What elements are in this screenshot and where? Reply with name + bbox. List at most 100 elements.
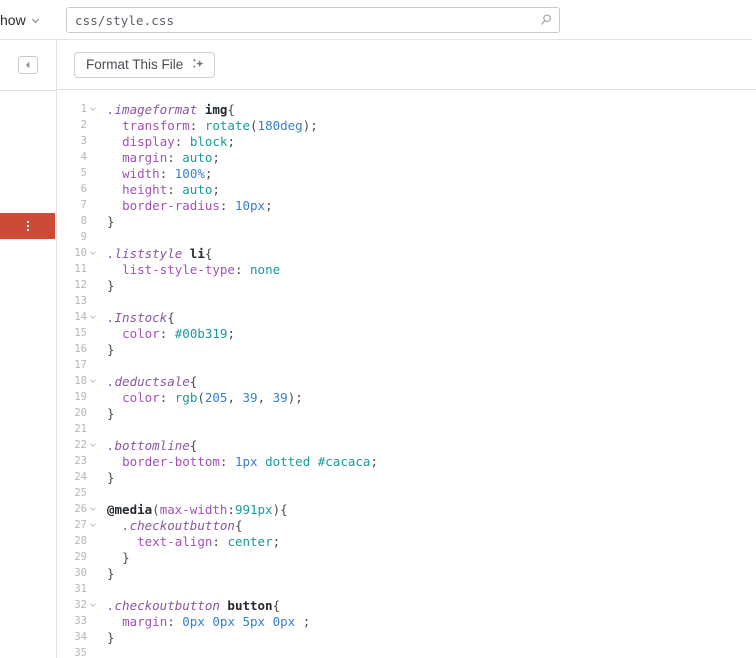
token-brace: } (107, 470, 115, 485)
code-text: .imageformat img{ (99, 102, 235, 117)
line-gutter: 6 (57, 183, 99, 195)
token-punc (107, 518, 122, 533)
fold-chevron-icon[interactable] (89, 521, 97, 529)
code-text: border-radius: 10px; (99, 198, 273, 213)
line-number: 14 (73, 311, 87, 323)
code-line: 20} (57, 405, 756, 421)
token-punc (197, 102, 205, 117)
line-number: 10 (73, 247, 87, 259)
token-punc: : (167, 614, 182, 629)
code-text: } (99, 470, 115, 485)
code-line: 11 list-style-type: none (57, 261, 756, 277)
token-num: 1px (235, 454, 258, 469)
token-brace: } (122, 550, 130, 565)
fold-chevron-icon[interactable] (89, 505, 97, 513)
line-number: 6 (73, 183, 87, 195)
line-number: 22 (73, 439, 87, 451)
token-punc: ( (197, 390, 205, 405)
line-gutter: 24 (57, 471, 99, 483)
token-sel: .imageformat (107, 102, 197, 117)
line-number: 19 (73, 391, 87, 403)
token-brace: { (235, 518, 243, 533)
collapse-panel-icon[interactable] (18, 56, 38, 74)
fold-chevron-icon[interactable] (89, 313, 97, 321)
line-gutter: 1 (57, 103, 99, 115)
token-brace: { (227, 102, 235, 117)
code-text: color: #00b319; (99, 326, 235, 341)
token-punc: ) (273, 502, 281, 517)
format-this-file-button[interactable]: Format This File (74, 52, 215, 78)
token-punc: ; (212, 150, 220, 165)
fold-chevron-icon[interactable] (89, 249, 97, 257)
line-gutter: 16 (57, 343, 99, 355)
token-num: 0px (273, 614, 296, 629)
search-icon[interactable] (535, 9, 557, 31)
line-gutter: 33 (57, 615, 99, 627)
code-editor[interactable]: 1.imageformat img{2 transform: rotate(18… (57, 90, 756, 658)
line-number: 17 (73, 359, 87, 371)
file-path-input[interactable] (67, 13, 535, 28)
token-sel: .deductsale (107, 374, 190, 389)
show-dropdown[interactable]: how (0, 12, 46, 28)
line-number: 33 (73, 615, 87, 627)
token-val: center (227, 534, 272, 549)
token-prop: display (122, 134, 175, 149)
token-punc (235, 614, 243, 629)
line-gutter: 28 (57, 535, 99, 547)
line-number: 7 (73, 199, 87, 211)
token-punc (107, 390, 122, 405)
token-prop: margin (122, 614, 167, 629)
fold-chevron-icon[interactable] (89, 441, 97, 449)
code-line: 13 (57, 293, 756, 309)
file-tree-marker[interactable] (0, 213, 55, 239)
token-at: @media (107, 502, 152, 517)
code-text: color: rgb(205, 39, 39); (99, 390, 303, 405)
line-number: 5 (73, 167, 87, 179)
token-brace: { (167, 310, 175, 325)
fold-chevron-icon[interactable] (89, 105, 97, 113)
line-number: 12 (73, 279, 87, 291)
line-gutter: 5 (57, 167, 99, 179)
line-number: 15 (73, 327, 87, 339)
token-punc: , (227, 390, 242, 405)
token-val: #cacaca (318, 454, 371, 469)
chevron-down-icon (31, 16, 40, 25)
fold-chevron-icon[interactable] (89, 601, 97, 609)
line-gutter: 19 (57, 391, 99, 403)
token-num: 10px (235, 198, 265, 213)
line-gutter: 12 (57, 279, 99, 291)
code-line: 34} (57, 629, 756, 645)
code-text: .bottomline{ (99, 438, 197, 453)
line-gutter: 10 (57, 247, 99, 259)
line-number: 18 (73, 375, 87, 387)
code-text: @media(max-width:991px){ (99, 502, 288, 517)
token-tag: img (205, 102, 228, 117)
token-punc: ; (273, 534, 281, 549)
code-line: 3 display: block; (57, 133, 756, 149)
file-path-field[interactable] (66, 7, 560, 33)
token-sel: .checkoutbutton (122, 518, 235, 533)
token-brace: } (107, 630, 115, 645)
code-line: 1.imageformat img{ (57, 101, 756, 117)
token-num: 0px (212, 614, 235, 629)
code-text: .deductsale{ (99, 374, 197, 389)
code-line: 22 .bottomline{ (57, 437, 756, 453)
token-punc: : (190, 118, 205, 133)
token-val: auto (182, 150, 212, 165)
token-punc: : (220, 454, 235, 469)
line-gutter: 31 (57, 583, 99, 595)
code-line: 5 width: 100%; (57, 165, 756, 181)
code-lines: 1.imageformat img{2 transform: rotate(18… (57, 90, 756, 658)
token-punc: : (167, 182, 182, 197)
token-tag: button (227, 598, 272, 613)
sparkle-ai-icon (190, 57, 205, 72)
token-sel: .liststyle (107, 246, 182, 261)
fold-chevron-icon[interactable] (89, 377, 97, 385)
token-punc (107, 150, 122, 165)
code-line: 9 (57, 229, 756, 245)
line-gutter: 2 (57, 119, 99, 131)
token-sel: .Instock (107, 310, 167, 325)
token-punc: : (160, 390, 175, 405)
line-number: 30 (73, 567, 87, 579)
line-number: 2 (73, 119, 87, 131)
